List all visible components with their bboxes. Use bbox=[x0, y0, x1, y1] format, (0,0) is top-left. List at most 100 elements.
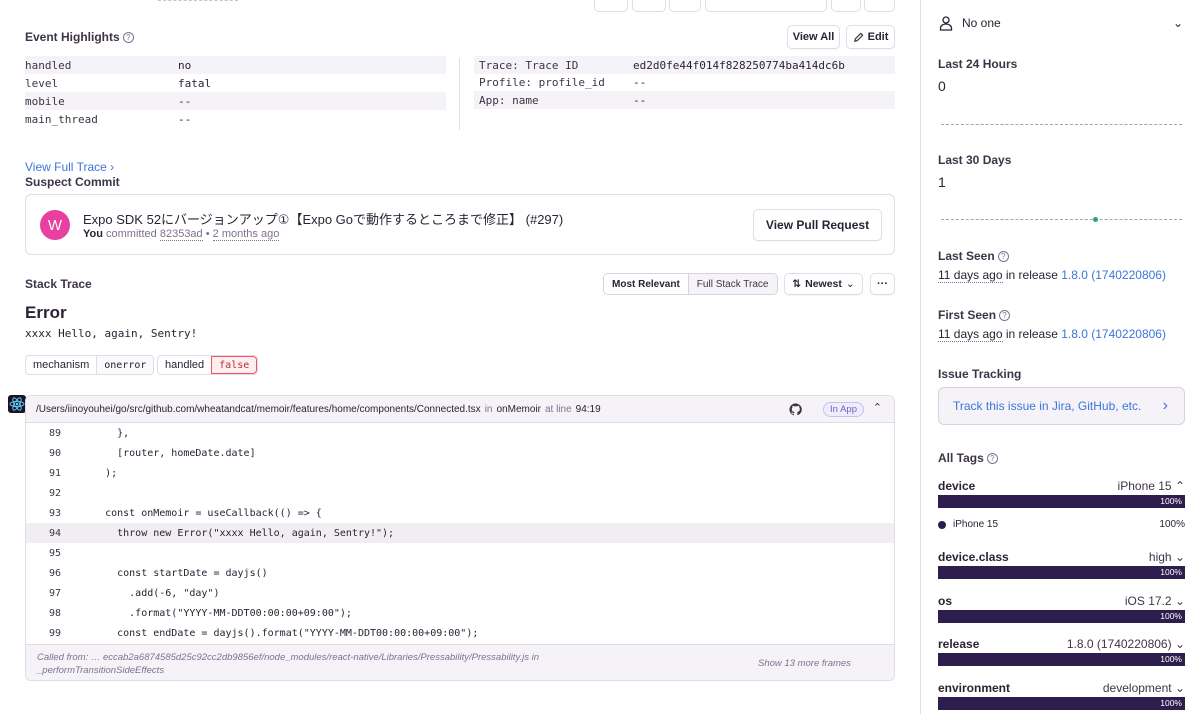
frame-header[interactable]: /Users/iinoyouhei/go/src/github.com/whea… bbox=[26, 396, 894, 423]
highlight-key: mobile bbox=[25, 94, 65, 108]
chevron-down-icon: ⌄ bbox=[1172, 16, 1183, 30]
help-icon[interactable]: ? bbox=[999, 310, 1011, 321]
help-icon[interactable]: ? bbox=[997, 251, 1009, 262]
highlight-value: -- bbox=[633, 75, 647, 89]
code-line: 93 const onMemoir = useCallback(() => { bbox=[26, 503, 894, 523]
next-button[interactable] bbox=[864, 0, 895, 12]
last-seen-title: Last Seen? bbox=[938, 249, 1009, 263]
code-line: 90 [router, homeDate.date] bbox=[26, 443, 894, 463]
commit-message[interactable]: Expo SDK 52にバージョンアップ①【Expo Goで動作するところまで修… bbox=[83, 209, 563, 228]
line-code: const endDate = dayjs().format("YYYY-MM-… bbox=[81, 627, 479, 639]
chevron-down-icon: ⌄ bbox=[1174, 681, 1185, 695]
toolbar-dropdown[interactable] bbox=[705, 0, 827, 12]
tag-name: device.class bbox=[938, 550, 1009, 564]
toolbar-button[interactable] bbox=[594, 0, 628, 12]
react-icon bbox=[8, 395, 26, 413]
tag-release-bar[interactable]: 100% bbox=[938, 653, 1185, 666]
highlight-key: Trace: Trace ID bbox=[479, 58, 579, 72]
track-issue-button[interactable]: Track this issue in Jira, GitHub, etc. › bbox=[938, 387, 1185, 425]
code-line: 91 ); bbox=[26, 463, 894, 483]
first-seen-title: First Seen? bbox=[938, 308, 1011, 322]
tag-device-class-header[interactable]: device.class high ⌄ bbox=[938, 550, 1185, 564]
handled-value: false bbox=[211, 356, 258, 374]
line-number: 91 bbox=[48, 467, 61, 479]
sparkline-point bbox=[1093, 217, 1098, 222]
last-seen-time: 11 days ago bbox=[938, 268, 1003, 283]
full-stack-trace-button[interactable]: Full Stack Trace bbox=[687, 274, 777, 294]
commit-time: 2 months ago bbox=[212, 228, 280, 241]
view-pull-request-button[interactable]: View Pull Request bbox=[753, 209, 882, 241]
error-type: Error bbox=[25, 303, 67, 322]
show-more-frames-button[interactable]: Show 13 more frames bbox=[758, 658, 851, 669]
commit-separator: • bbox=[205, 228, 210, 240]
edit-button[interactable]: Edit bbox=[846, 25, 895, 49]
highlight-value: fatal bbox=[178, 76, 212, 90]
line-code: ); bbox=[81, 467, 118, 479]
trace-id-link[interactable]: ed2d0fe44f014f828250774ba414dc6b bbox=[633, 59, 845, 72]
mechanism-tag: mechanism onerror bbox=[25, 355, 155, 375]
tag-value: 1.8.0 (1740220806) bbox=[1066, 637, 1172, 651]
first-seen-release-link[interactable]: 1.8.0 (1740220806) bbox=[1061, 327, 1166, 341]
tag-environment-bar[interactable]: 100% bbox=[938, 697, 1185, 710]
tag-name: environment bbox=[938, 681, 1011, 695]
suspect-commit-card: W Expo SDK 52にバージョンアップ①【Expo Goで動作するところま… bbox=[25, 194, 895, 255]
frame-line-col: 94:19 bbox=[575, 403, 601, 415]
code-line: 92 bbox=[26, 483, 894, 503]
tag-name: device bbox=[938, 479, 976, 493]
line-code: throw new Error("xxxx Hello, again, Sent… bbox=[81, 527, 395, 539]
chevron-down-icon: ⌄ bbox=[1174, 594, 1185, 608]
tag-os-header[interactable]: os iOS 17.2 ⌄ bbox=[938, 594, 1185, 608]
last-30-days-title: Last 30 Days bbox=[938, 153, 1012, 167]
top-divider bbox=[158, 0, 238, 1]
view-full-trace-link[interactable]: View Full Trace › bbox=[25, 160, 114, 174]
event-highlights-label: Event Highlights bbox=[25, 30, 120, 44]
more-options-button[interactable]: ··· bbox=[870, 273, 895, 295]
highlight-value: no bbox=[178, 58, 192, 72]
most-relevant-button[interactable]: Most Relevant bbox=[604, 274, 688, 294]
last-seen-release-link[interactable]: 1.8.0 (1740220806) bbox=[1061, 268, 1166, 282]
line-number: 95 bbox=[48, 547, 61, 559]
commit-author: You bbox=[83, 228, 103, 240]
chevron-down-icon: ⌄ bbox=[1174, 550, 1185, 564]
toolbar-button[interactable] bbox=[632, 0, 666, 12]
tag-release-header[interactable]: release 1.8.0 (1740220806) ⌄ bbox=[938, 637, 1185, 651]
help-icon[interactable]: ? bbox=[122, 32, 134, 43]
edit-label: Edit bbox=[867, 31, 889, 43]
all-tags-title: All Tags? bbox=[938, 451, 998, 465]
avatar-letter: W bbox=[47, 216, 63, 234]
line-code: }, bbox=[81, 427, 130, 439]
tag-os-bar[interactable]: 100% bbox=[938, 610, 1185, 623]
help-icon[interactable]: ? bbox=[986, 453, 998, 464]
first-seen-info: 11 days ago in release 1.8.0 (1740220806… bbox=[938, 327, 1166, 342]
first-seen-label: First Seen bbox=[938, 308, 997, 322]
tag-environment-header[interactable]: environment development ⌄ bbox=[938, 681, 1185, 695]
stack-view-toggle: Most Relevant Full Stack Trace bbox=[603, 273, 778, 295]
line-code: .add(-6, "day") bbox=[81, 587, 220, 599]
commit-sha[interactable]: 82353ad bbox=[159, 228, 203, 241]
line-code: [router, homeDate.date] bbox=[81, 447, 256, 459]
chevron-down-icon: ⌄ bbox=[1174, 637, 1185, 651]
line-number: 99 bbox=[48, 627, 61, 639]
tag-device-class-bar[interactable]: 100% bbox=[938, 566, 1185, 579]
highlight-key: App: name bbox=[479, 93, 539, 107]
assignee-value: No one bbox=[962, 16, 1001, 30]
mechanism-key: mechanism bbox=[33, 359, 90, 371]
tag-device-breakdown[interactable]: iPhone 15 100% bbox=[938, 519, 1185, 530]
view-pull-request-label: View Pull Request bbox=[765, 218, 870, 232]
chevron-up-icon[interactable]: ⌃ bbox=[873, 401, 882, 414]
legend-dot bbox=[938, 520, 946, 529]
assignee-dropdown[interactable]: No one ⌄ bbox=[938, 13, 1185, 33]
highlight-value: -- bbox=[633, 93, 647, 107]
github-icon[interactable] bbox=[789, 403, 802, 416]
prev-button[interactable] bbox=[831, 0, 861, 12]
tag-device-bar[interactable]: 100% bbox=[938, 495, 1185, 508]
sort-dropdown[interactable]: ⇅ Newest ⌄ bbox=[784, 273, 863, 295]
line-code: const startDate = dayjs() bbox=[81, 567, 268, 579]
toolbar-button[interactable] bbox=[669, 0, 701, 12]
all-tags-label: All Tags bbox=[938, 451, 984, 465]
line-number: 96 bbox=[48, 567, 61, 579]
tag-device-header[interactable]: device iPhone 15 ⌃ bbox=[938, 479, 1185, 493]
avatar: W bbox=[40, 210, 70, 240]
view-all-button[interactable]: View All bbox=[787, 25, 840, 49]
called-from-path: Called from: … eccab2a6874585d25c92cc2db… bbox=[37, 652, 540, 663]
